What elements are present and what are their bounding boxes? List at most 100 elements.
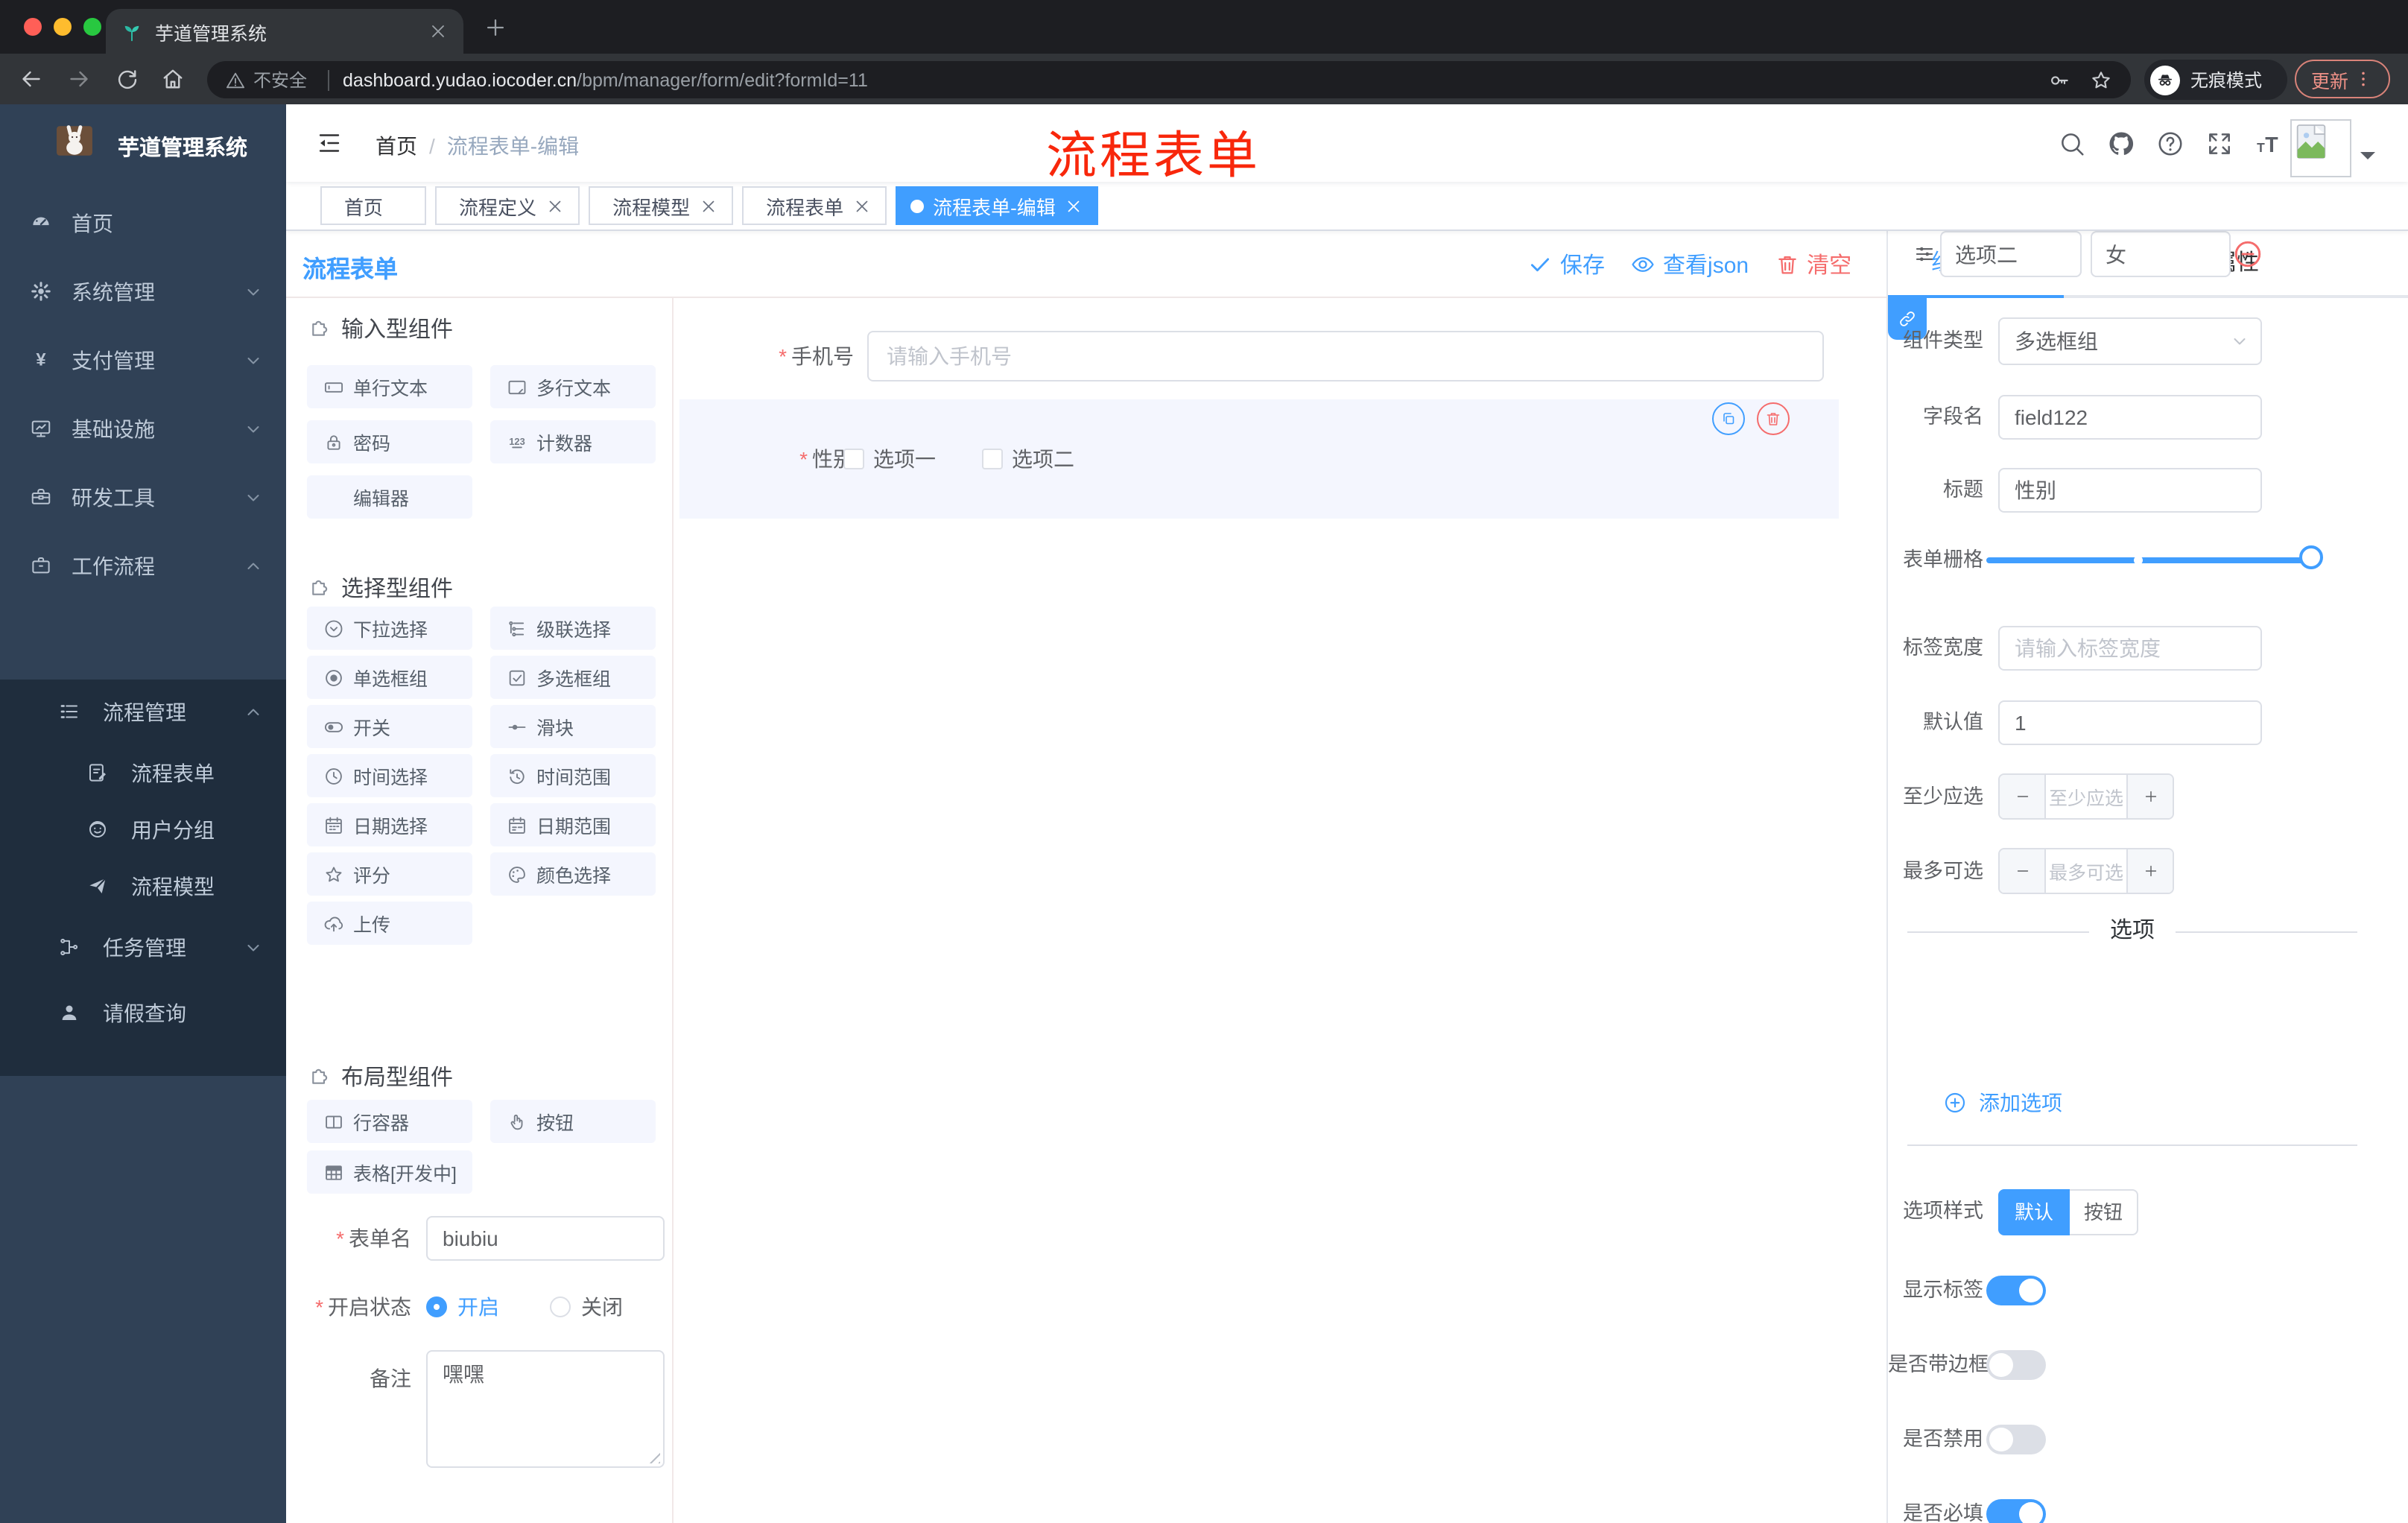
component-chip[interactable]: 单行文本 (307, 365, 472, 408)
field-name-input[interactable] (1998, 395, 2262, 440)
component-chip[interactable]: 单选框组 (307, 656, 472, 699)
save-button[interactable]: 保存 (1527, 249, 1605, 280)
github-icon[interactable] (2107, 129, 2135, 157)
tag-close-icon[interactable] (699, 196, 718, 215)
password-key-icon[interactable] (2047, 68, 2071, 92)
component-chip[interactable]: 滑块 (490, 705, 656, 748)
toggle-switch[interactable] (1986, 1276, 2046, 1305)
tag-close-icon[interactable] (545, 196, 565, 215)
sidebar-subitem[interactable]: 任务管理 (0, 915, 286, 981)
tag[interactable]: 流程表单-编辑 (896, 186, 1099, 225)
sidebar-subitem[interactable]: 流程表单 (0, 745, 286, 802)
form-canvas[interactable]: *手机号 *性别 选项一 选项二 (674, 298, 1886, 1523)
tag-close-icon[interactable] (1065, 196, 1084, 215)
component-chip[interactable]: 123 计数器 (490, 420, 656, 463)
gender-checkbox-2[interactable] (982, 449, 1003, 469)
tag[interactable]: 流程定义 (435, 186, 580, 225)
delete-component-button[interactable] (1757, 402, 1790, 435)
new-tab-button[interactable] (483, 15, 508, 40)
macos-minimize-button[interactable] (54, 18, 72, 36)
sidebar-item[interactable]: ¥ 支付管理 (0, 326, 286, 395)
sidebar-item[interactable]: 研发工具 (0, 463, 286, 532)
stepper-plus-button[interactable] (2126, 849, 2173, 893)
form-name-input[interactable] (426, 1216, 665, 1261)
tab-close-icon[interactable] (428, 21, 449, 42)
component-chip[interactable]: 密码 (307, 420, 472, 463)
add-option-button[interactable]: 添加选项 (1943, 1088, 2062, 1118)
fontsize-icon[interactable]: TT (2255, 129, 2283, 157)
component-chip[interactable]: 时间范围 (490, 754, 656, 797)
sidebar-subitem[interactable]: 流程模型 (0, 858, 286, 915)
drag-handle-icon[interactable] (1913, 243, 1936, 265)
stepper-minus-button[interactable] (2000, 849, 2046, 893)
grid-slider-track[interactable] (1986, 557, 2317, 563)
tag[interactable]: 流程表单 (742, 186, 887, 225)
sidebar-item[interactable]: 基础设施 (0, 395, 286, 463)
avatar[interactable] (2290, 119, 2351, 177)
component-chip[interactable]: 按钮 (490, 1100, 656, 1143)
tag[interactable]: 首页 (320, 186, 427, 225)
component-chip[interactable]: 表格[开发中] (307, 1150, 472, 1194)
macos-close-button[interactable] (24, 18, 42, 36)
component-chip[interactable]: 行容器 (307, 1100, 472, 1143)
url-text[interactable]: dashboard.yudao.iocoder.cn/bpm/manager/f… (343, 69, 868, 90)
bookmark-star-icon[interactable] (2089, 68, 2113, 92)
search-icon[interactable] (2058, 129, 2086, 157)
clear-button[interactable]: 清空 (1774, 249, 1851, 280)
toggle-switch[interactable] (1986, 1425, 2046, 1454)
selected-component-gender[interactable]: * 性别 选项一 选项二 (679, 399, 1839, 519)
component-chip[interactable]: 上传 (307, 902, 472, 945)
component-chip[interactable]: 多选框组 (490, 656, 656, 699)
sidebar-subitem[interactable]: 流程管理 (0, 680, 286, 745)
component-chip[interactable]: 编辑器 (307, 475, 472, 519)
component-chip[interactable]: 级联选择 (490, 607, 656, 650)
tag[interactable]: 流程模型 (589, 186, 734, 225)
component-chip[interactable]: 颜色选择 (490, 852, 656, 896)
component-chip[interactable]: 开关 (307, 705, 472, 748)
sidebar-subitem[interactable]: 用户分组 (0, 802, 286, 858)
security-label[interactable]: 不安全 (253, 67, 307, 92)
component-chip[interactable]: 评分 (307, 852, 472, 896)
browser-home-button[interactable] (159, 66, 186, 92)
view-json-button[interactable]: 查看json (1630, 249, 1749, 280)
form-remark-textarea[interactable]: 嘿嘿 (426, 1350, 665, 1468)
toggle-switch[interactable] (1986, 1499, 2046, 1523)
remove-option-icon[interactable] (2232, 238, 2263, 270)
title-input[interactable] (1998, 468, 2262, 513)
component-chip[interactable]: 日期范围 (490, 803, 656, 846)
browser-update-button[interactable]: 更新 (2295, 60, 2390, 98)
browser-reload-button[interactable] (113, 66, 140, 92)
breadcrumb-home[interactable]: 首页 (376, 131, 417, 161)
sidebar-item[interactable]: 系统管理 (0, 258, 286, 326)
option-value-input[interactable] (2091, 231, 2231, 277)
sidebar-fold-icon[interactable] (316, 130, 343, 156)
stepper-minus-button[interactable] (2000, 775, 2046, 818)
status-radio-on[interactable]: 开启 (426, 1288, 499, 1326)
question-icon[interactable] (2156, 129, 2184, 157)
component-chip[interactable]: 日期选择 (307, 803, 472, 846)
grid-slider-handle[interactable] (2299, 545, 2323, 569)
gender-checkbox-1[interactable] (843, 449, 864, 469)
macos-zoom-button[interactable] (83, 18, 101, 36)
stepper-plus-button[interactable] (2126, 775, 2173, 818)
option-name-input[interactable] (1940, 231, 2082, 277)
label-width-input[interactable] (1998, 626, 2262, 671)
fullscreen-icon[interactable] (2205, 129, 2234, 157)
browser-back-button[interactable] (18, 66, 45, 92)
style-default-button[interactable]: 默认 (1998, 1189, 2070, 1235)
component-chip[interactable]: 多行文本 (490, 365, 656, 408)
max-select-placeholder[interactable]: 最多可选 (2046, 849, 2126, 893)
browser-forward-button[interactable] (66, 66, 92, 92)
browser-tab[interactable]: 芋道管理系统 (106, 9, 463, 54)
min-select-placeholder[interactable]: 至少应选 (2046, 775, 2126, 818)
sidebar-subitem[interactable]: 请假查询 (0, 981, 286, 1046)
tag-close-icon[interactable] (852, 196, 872, 215)
style-button-button[interactable]: 按钮 (2070, 1189, 2138, 1235)
component-chip[interactable]: 下拉选择 (307, 607, 472, 650)
status-radio-off[interactable]: 关闭 (550, 1288, 623, 1326)
default-value-input[interactable] (1998, 700, 2262, 745)
copy-component-button[interactable] (1712, 402, 1745, 435)
sidebar-item[interactable]: 首页 (0, 189, 286, 258)
component-chip[interactable]: 时间选择 (307, 754, 472, 797)
sidebar-item[interactable]: 工作流程 (0, 532, 286, 601)
